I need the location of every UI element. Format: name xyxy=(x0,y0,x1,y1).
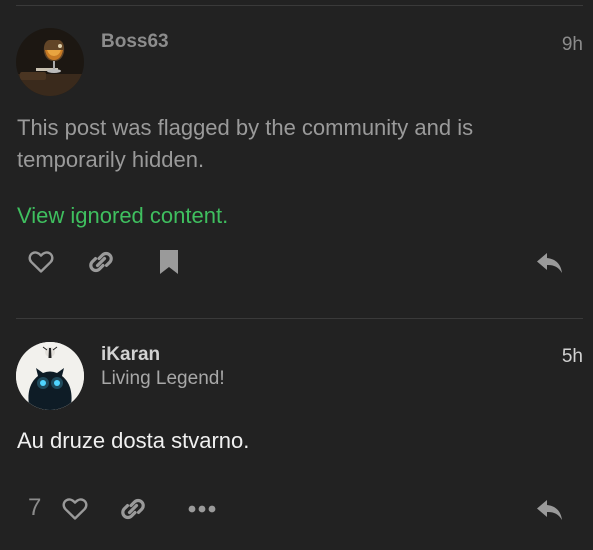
post-time[interactable]: 5h xyxy=(562,346,583,368)
divider-middle xyxy=(16,318,583,319)
username[interactable]: Boss63 xyxy=(101,31,169,53)
view-ignored-content-link[interactable]: View ignored content. xyxy=(17,203,228,229)
more-icon[interactable] xyxy=(188,503,216,515)
heart-icon[interactable] xyxy=(28,250,54,274)
reply-icon[interactable] xyxy=(536,251,564,275)
post-time[interactable]: 9h xyxy=(562,34,583,56)
avatar[interactable] xyxy=(16,28,84,96)
username[interactable]: iKaran xyxy=(101,344,160,366)
like-count[interactable]: 7 xyxy=(28,494,41,522)
link-icon[interactable] xyxy=(120,496,146,522)
link-icon[interactable] xyxy=(88,249,114,275)
user-title: Living Legend! xyxy=(101,368,225,389)
reply-icon[interactable] xyxy=(536,498,564,522)
bookmark-icon[interactable] xyxy=(159,249,179,275)
divider-top xyxy=(16,5,583,6)
post-body: Au druze dosta stvarno. xyxy=(17,428,250,453)
avatar[interactable] xyxy=(16,342,84,410)
heart-icon[interactable] xyxy=(62,497,88,521)
glowing-eyes-creature-avatar xyxy=(16,342,84,410)
cognac-glass-avatar xyxy=(16,28,84,96)
hidden-post-notice: This post was flagged by the community a… xyxy=(17,115,474,172)
